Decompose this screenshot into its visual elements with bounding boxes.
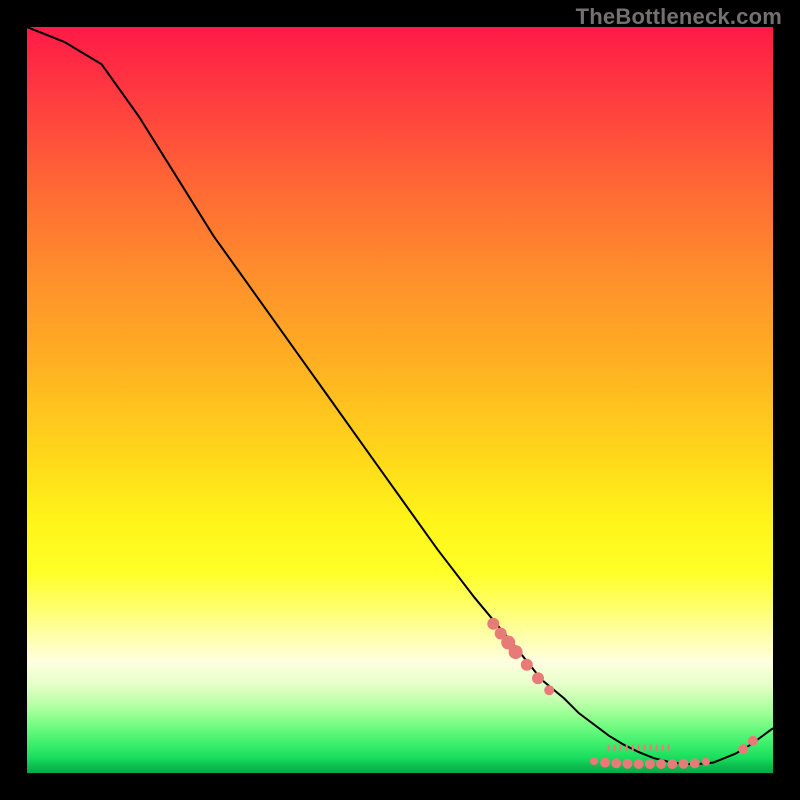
- data-marker: [611, 758, 621, 768]
- data-marker: [544, 685, 554, 695]
- markers-layer: [487, 618, 758, 769]
- data-marker: [521, 659, 533, 671]
- annotation-tick: [638, 745, 640, 751]
- data-marker: [487, 618, 499, 630]
- annotation-tick: [620, 745, 622, 751]
- chart-svg: [27, 27, 773, 773]
- data-marker: [679, 759, 689, 769]
- annotation-tick: [656, 745, 658, 751]
- data-marker: [634, 759, 644, 769]
- data-marker: [667, 759, 677, 769]
- data-marker: [702, 758, 710, 766]
- series-curve: [27, 27, 773, 764]
- annotation-tick: [662, 745, 664, 751]
- data-marker: [600, 758, 610, 768]
- annotation-tick: [626, 745, 628, 751]
- data-marker: [509, 645, 523, 659]
- data-marker: [656, 759, 666, 769]
- annotation-tick: [668, 745, 670, 751]
- tick-annotation-layer: [608, 745, 670, 751]
- watermark-label: TheBottleneck.com: [576, 4, 782, 30]
- curve-layer: [27, 27, 773, 764]
- annotation-tick: [608, 745, 610, 751]
- data-marker: [738, 744, 748, 754]
- annotation-tick: [632, 745, 634, 751]
- data-marker: [690, 758, 700, 768]
- plot-area: [27, 27, 773, 773]
- annotation-tick: [614, 745, 616, 751]
- data-marker: [590, 757, 598, 765]
- data-marker: [748, 736, 758, 746]
- chart-frame: TheBottleneck.com: [0, 0, 800, 800]
- annotation-tick: [650, 745, 652, 751]
- data-marker: [532, 672, 544, 684]
- data-marker: [623, 759, 633, 769]
- annotation-tick: [644, 745, 646, 751]
- data-marker: [645, 759, 655, 769]
